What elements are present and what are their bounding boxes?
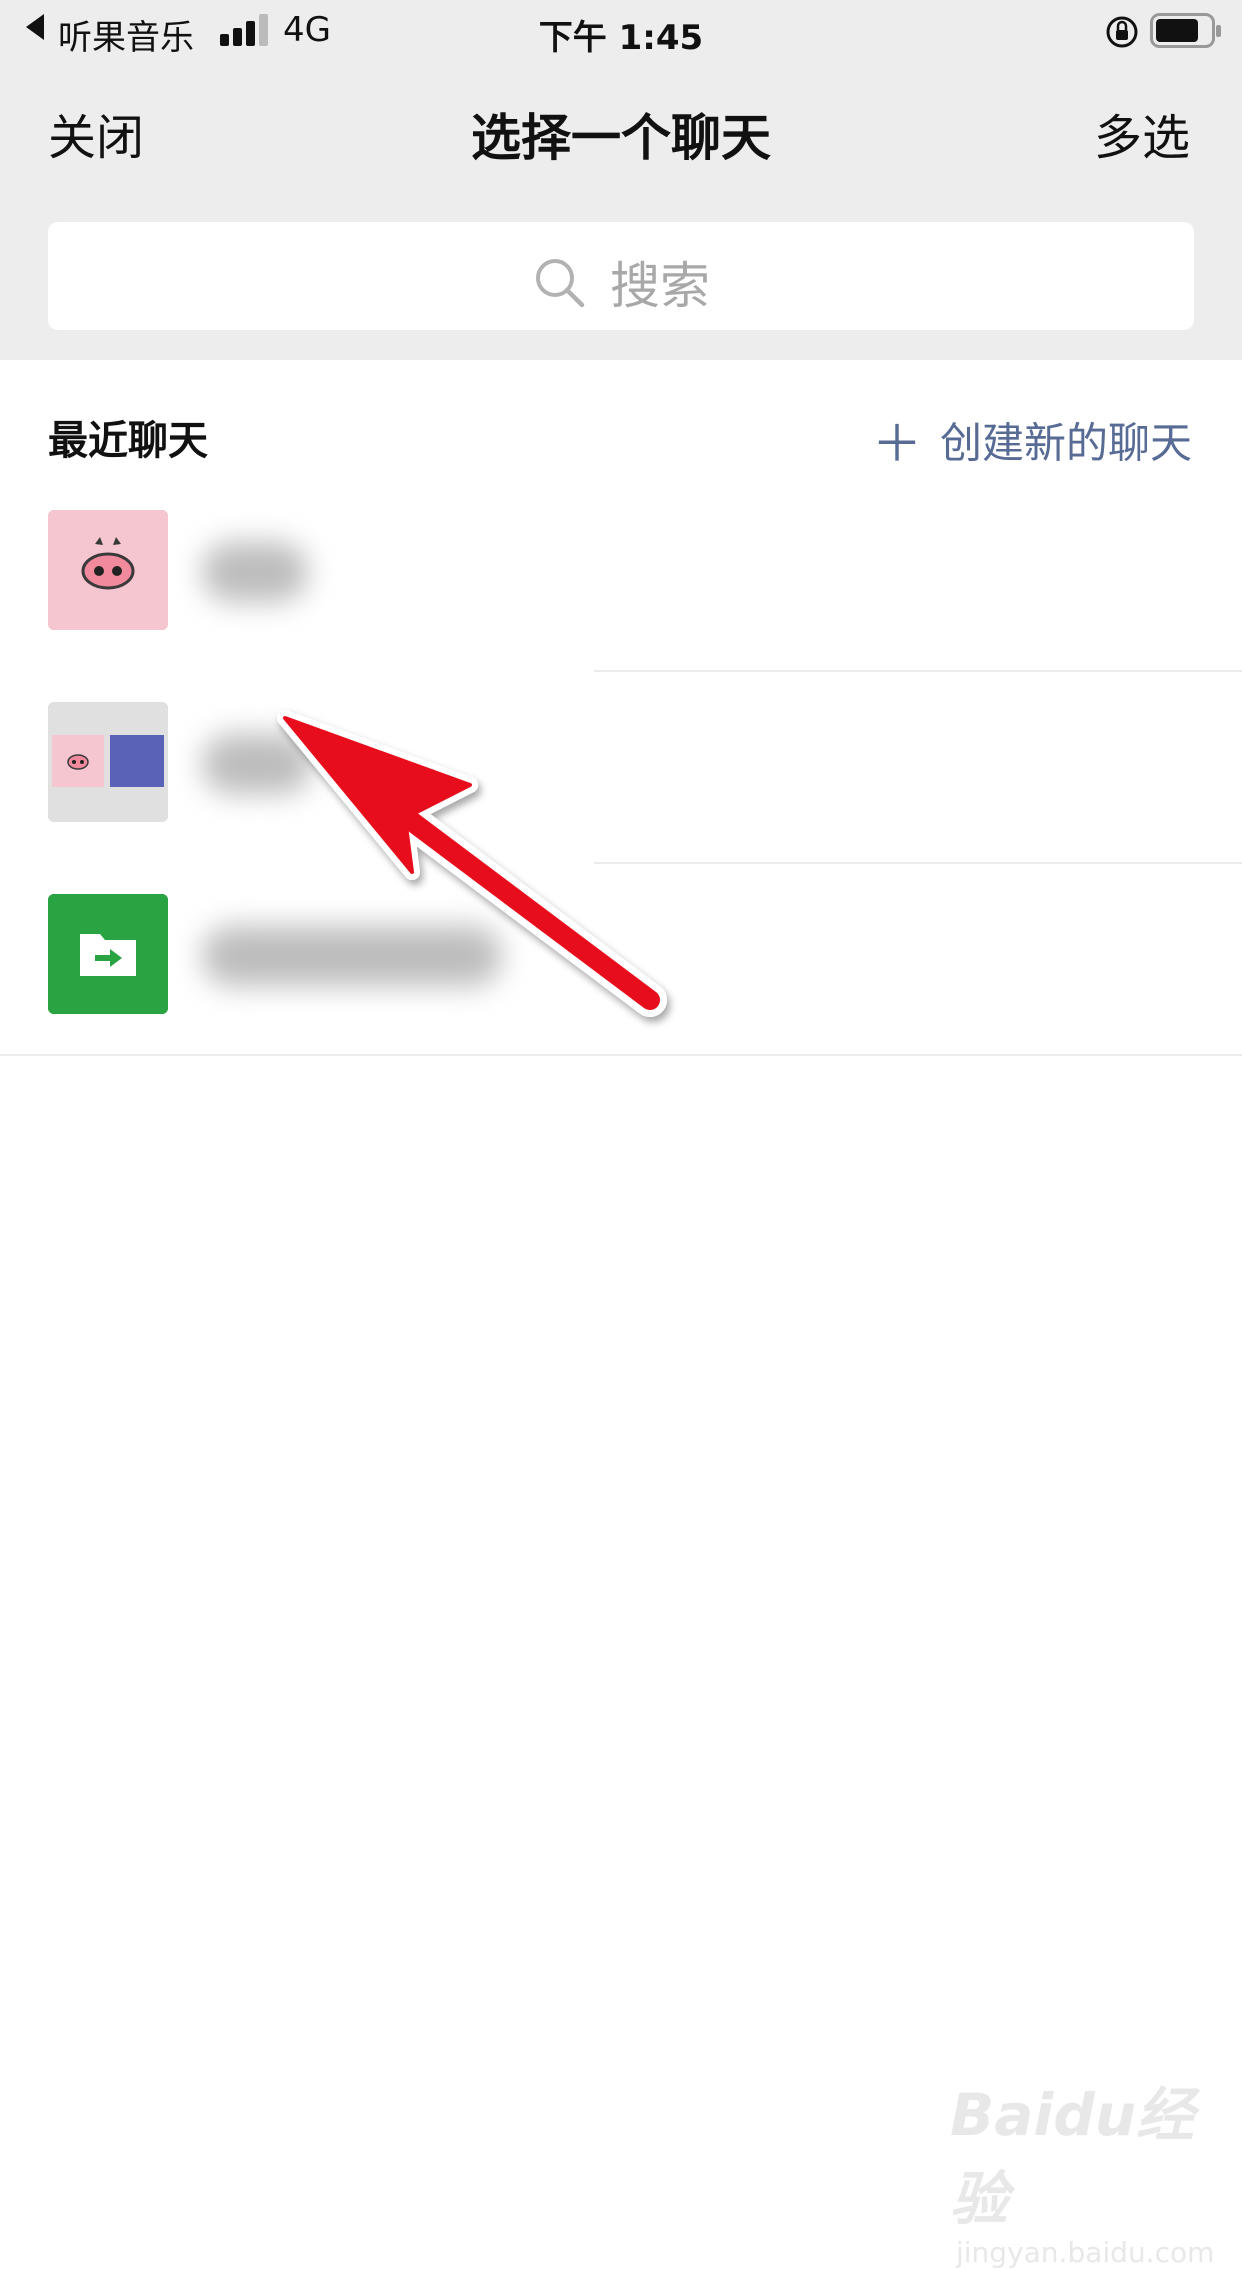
clock: 下午 1:45 [538,18,704,58]
watermark-url: jingyan.baidu.com [956,2236,1215,2269]
recent-chats-header: 最近聊天 [48,418,208,464]
multi-select-button[interactable]: 多选 [1094,98,1190,168]
status-bar: 听果音乐 4G 下午 1:45 [0,0,1242,62]
baidu-watermark: Baidu经验 jingyan.baidu.com [950,2068,1242,2269]
pig-icon [48,510,168,630]
chat-row[interactable] [0,480,1242,672]
orientation-lock-icon [1104,14,1140,59]
create-new-chat-button[interactable]: ＋ 创建新的聊天 [872,404,1192,476]
plus-icon: ＋ [871,415,922,473]
search-input[interactable]: 搜索 [48,222,1194,330]
watermark-logo: Baidu经验 [950,2081,1195,2233]
chat-picker-sheet: 最近聊天 ＋ 创建新的聊天 [0,360,1242,2208]
file-transfer-icon [48,894,168,1014]
nav-bar: 关闭 选择一个聊天 多选 [0,62,1242,192]
blurred-chat-name [202,734,312,794]
header-area: 听果音乐 4G 下午 1:45 关闭 选择一个聊天 多选 搜索 [0,0,1242,360]
file-transfer-avatar [48,894,168,1014]
search-placeholder-wrap: 搜索 [48,246,1194,318]
search-placeholder: 搜索 [610,257,710,315]
chat-row[interactable] [0,864,1242,1056]
blurred-chat-name [202,542,308,602]
list-bottom-divider [0,1054,1242,1056]
blurred-chat-name [202,926,502,986]
page-title: 选择一个聊天 [471,109,771,167]
create-new-chat-label: 创建新的聊天 [939,418,1192,468]
search-icon [536,259,585,308]
pig-avatar [48,510,168,630]
chat-row[interactable] [0,672,1242,864]
group-avatar [48,702,168,822]
battery-icon [1150,13,1222,58]
